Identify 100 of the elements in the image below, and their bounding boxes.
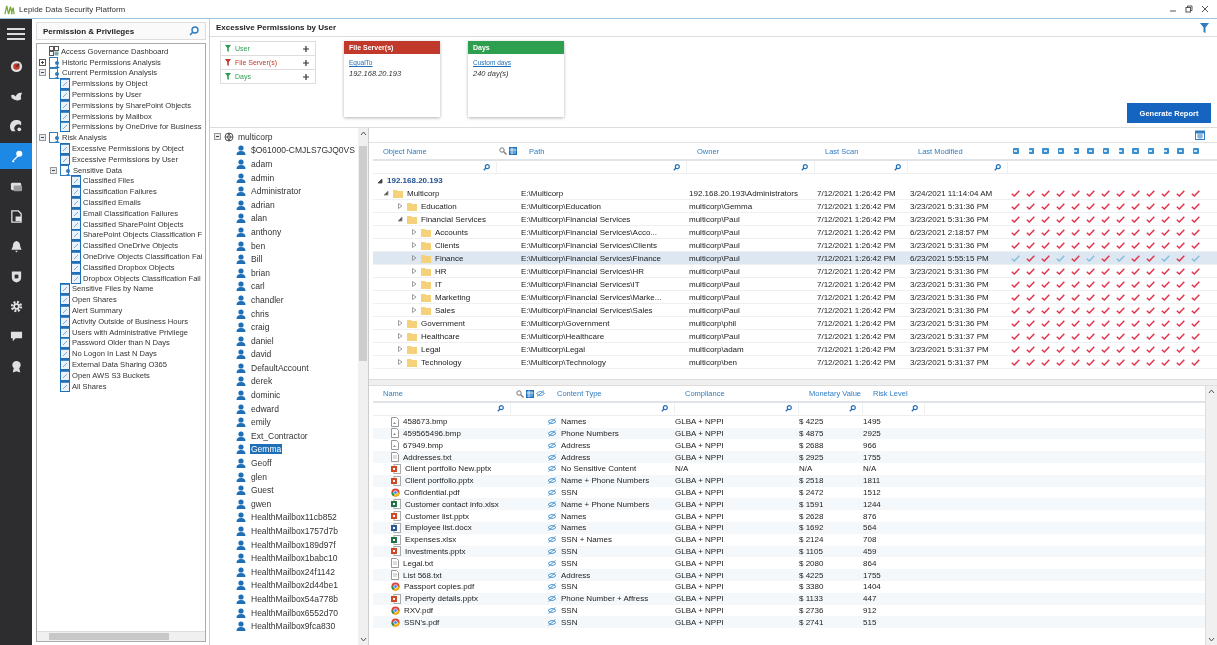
user-item[interactable]: emily [250,417,272,428]
menu-icon[interactable] [7,27,25,41]
user-item[interactable]: ben [250,240,267,251]
filter-icon[interactable] [1200,22,1209,33]
table-row[interactable]: Legal E:\Multicorp\Legal multicorp\adam 7/12/2021 1:26:42 PM 3/23/2021 5:31:37 PM [373,343,1217,356]
table-row[interactable]: IT E:\Multicorp\Financial Services\IT multicorp\Paul 7/12/2021 1:26:42 PM 3/23/2021 5:31:36 PM [373,278,1217,291]
user-item[interactable]: admin [250,172,276,183]
user-item[interactable]: HealthMailbox9fca830 [250,621,337,632]
permission-icon[interactable] [1071,147,1080,155]
calendar-icon[interactable] [1195,130,1205,140]
user-item[interactable]: HealthMailbox2d44be1 [250,580,339,591]
table-row[interactable]: Finance E:\Multicorp\Financial Services\Finance multicorp\Paul 7/12/2021 1:26:42 PM 6/23/2021 5:55:15 PM [373,252,1217,265]
user-item[interactable]: Bill [250,254,264,265]
search-icon [894,163,901,171]
user-item[interactable]: Gemma [250,444,283,455]
user-item[interactable]: gwen [250,498,273,509]
permission-icon[interactable] [1191,147,1200,155]
user-item[interactable]: chandler [250,294,285,305]
table-cell-text: 3/23/2021 5:31:36 PM [909,266,990,276]
table-row[interactable]: Healthcare E:\Multicorp\Healthcare multicorp\Paul 7/12/2021 1:26:42 PM 3/23/2021 5:31:37 PM [373,330,1217,343]
user-item[interactable]: Guest [250,485,275,496]
collapse-icon[interactable] [50,166,57,174]
search-user-icon[interactable] [499,147,507,155]
collapse-icon[interactable] [383,190,389,196]
collapse-icon[interactable] [39,69,46,77]
scroll-up-icon[interactable] [359,131,367,136]
user-item[interactable]: HealthMailbox1757d7b [250,526,339,536]
user-item[interactable]: $O61000-CMJLS7GJQ0VS [250,145,356,156]
user-item[interactable]: carl [250,281,266,292]
user-item[interactable]: HealthMailbox1babc10 [250,553,339,564]
permission-icon[interactable] [1146,147,1155,155]
permission-icon[interactable] [1086,147,1095,155]
scroll-up-icon[interactable] [1208,389,1215,394]
user-item[interactable]: daniel [250,335,275,346]
user-icon [236,308,246,319]
user-item[interactable]: HealthMailbox54a778b [250,594,339,604]
user-item[interactable]: derek [250,376,274,387]
plus-icon[interactable] [303,45,309,52]
table-row[interactable]: Government E:\Multicorp\Government multicorp\phil 7/12/2021 1:26:42 PM 3/23/2021 5:31:36 PM [373,317,1217,330]
scrollbar[interactable] [358,128,368,645]
table-cell: Multicorp [407,188,440,198]
user-item[interactable]: HealthMailbox6552d70 [250,607,339,618]
user-item[interactable]: anthony [250,226,283,237]
eye-slash-icon[interactable] [536,390,545,397]
group-label[interactable]: 192.168.20.193 [387,176,443,185]
close-icon[interactable] [1201,5,1209,13]
scrollbar[interactable] [1205,386,1217,645]
table-cell-text: 3/23/2021 5:31:36 PM [909,240,990,250]
permission-icon[interactable] [1116,147,1125,155]
table-row[interactable]: Marketing E:\Multicorp\Financial Services\Marke... multicorp\Paul 7/12/2021 1:26:42 PM 3/23/2021 5:31:36 PM [373,291,1217,304]
user-item[interactable]: adam [250,159,274,169]
permission-icon[interactable] [1131,147,1140,155]
grid-icon[interactable] [509,147,517,155]
user-item[interactable]: Ext_Contractor [250,430,309,441]
user-item[interactable]: glen [250,471,269,482]
user-item[interactable]: alan [250,213,269,224]
search-icon[interactable] [189,26,199,36]
user-item[interactable]: HealthMailbox24f1142 [250,566,336,577]
user-item[interactable]: HealthMailbox11cb852 [250,512,338,523]
expand-icon[interactable] [39,58,46,66]
user-item[interactable]: adrian [250,199,276,210]
user-item[interactable]: brian [250,267,271,278]
table-row[interactable]: Multicorp E:\Multicorp 192.168.20.193\Administrators 7/12/2021 1:26:42 PM 3/24/2021 11:14:04 AM [373,187,1217,200]
permission-icon[interactable] [1041,147,1050,155]
scroll-down-icon[interactable] [1208,637,1215,642]
collapse-icon[interactable] [397,216,403,222]
table-row[interactable]: Financial Services E:\Multicorp\Financial Services multicorp\Paul 7/12/2021 1:26:42 PM 3/23/2021 5:31:36 PM [373,213,1217,226]
collapse-icon[interactable] [39,134,46,142]
table-cell-text: $ 2124 [799,535,825,545]
user-item[interactable]: chris [250,308,270,319]
table-row[interactable]: HR E:\Multicorp\Financial Services\HR multicorp\Paul 7/12/2021 1:26:42 PM 3/23/2021 5:31:36 PM [373,265,1217,278]
user-item[interactable]: Administrator [250,186,303,197]
table-row[interactable]: Technology E:\Multicorp\Technology multicorp\ben 7/12/2021 1:26:42 PM 3/23/2021 5:31:37 PM [373,356,1217,369]
permission-icon[interactable] [1161,147,1170,155]
table-row[interactable]: Education E:\Multicorp\Education multicorp\Gemma 7/12/2021 1:26:42 PM 3/23/2021 5:31:36 PM [373,200,1217,213]
permission-icon[interactable] [1026,147,1035,155]
user-item[interactable]: DefaultAccount [250,362,310,373]
user-item[interactable]: edward [250,403,280,414]
table-cell-text: GLBA + NPPI [675,499,725,509]
search-user-icon[interactable] [516,389,524,398]
restore-icon[interactable] [1185,5,1193,13]
permission-icon[interactable] [1011,147,1020,155]
user-item[interactable]: david [250,349,273,360]
permission-icon[interactable] [1176,147,1185,155]
collapse-icon[interactable] [214,133,221,141]
domain-label[interactable]: multicorp [237,131,274,142]
permission-icon[interactable] [1101,147,1110,155]
user-item[interactable]: Geoff [250,458,273,469]
table-row[interactable]: Accounts E:\Multicorp\Financial Services\Acco... multicorp\Paul 7/12/2021 1:26:42 PM 6/23/2021 2:18:57 PM [373,226,1217,239]
plus-icon[interactable] [303,59,309,66]
user-item[interactable]: dominic [250,390,282,401]
collapse-icon[interactable] [377,177,383,184]
plus-icon[interactable] [303,73,309,80]
permission-icon[interactable] [1056,147,1065,155]
scroll-down-icon[interactable] [359,637,367,642]
scrollbar[interactable] [37,631,205,641]
grid-icon[interactable] [526,389,534,398]
table-row[interactable]: Sales E:\Multicorp\Financial Services\Sales multicorp\Paul 7/12/2021 1:26:42 PM 3/23/2021 5:31:36 PM [373,304,1217,317]
user-item[interactable]: HealthMailbox189d97f [250,539,337,550]
user-item[interactable]: craig [250,322,271,333]
